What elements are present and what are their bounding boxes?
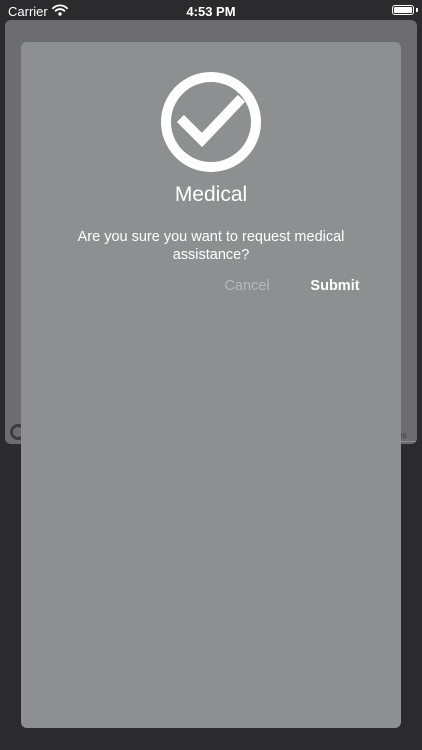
battery-icon [392, 5, 414, 15]
confirmation-dialog: Medical Are you sure you want to request… [21, 42, 401, 728]
battery-cap [416, 8, 418, 12]
status-bar: Carrier 4:53 PM [0, 0, 422, 22]
dialog-title: Medical [174, 183, 248, 206]
submit-button[interactable]: Submit [301, 278, 369, 298]
status-time: 4:53 PM [186, 4, 236, 19]
cancel-button[interactable]: Cancel [207, 278, 287, 298]
dialog-message: Are you sure you want to request medical… [77, 229, 345, 263]
checkmark-circle-icon [160, 71, 262, 173]
